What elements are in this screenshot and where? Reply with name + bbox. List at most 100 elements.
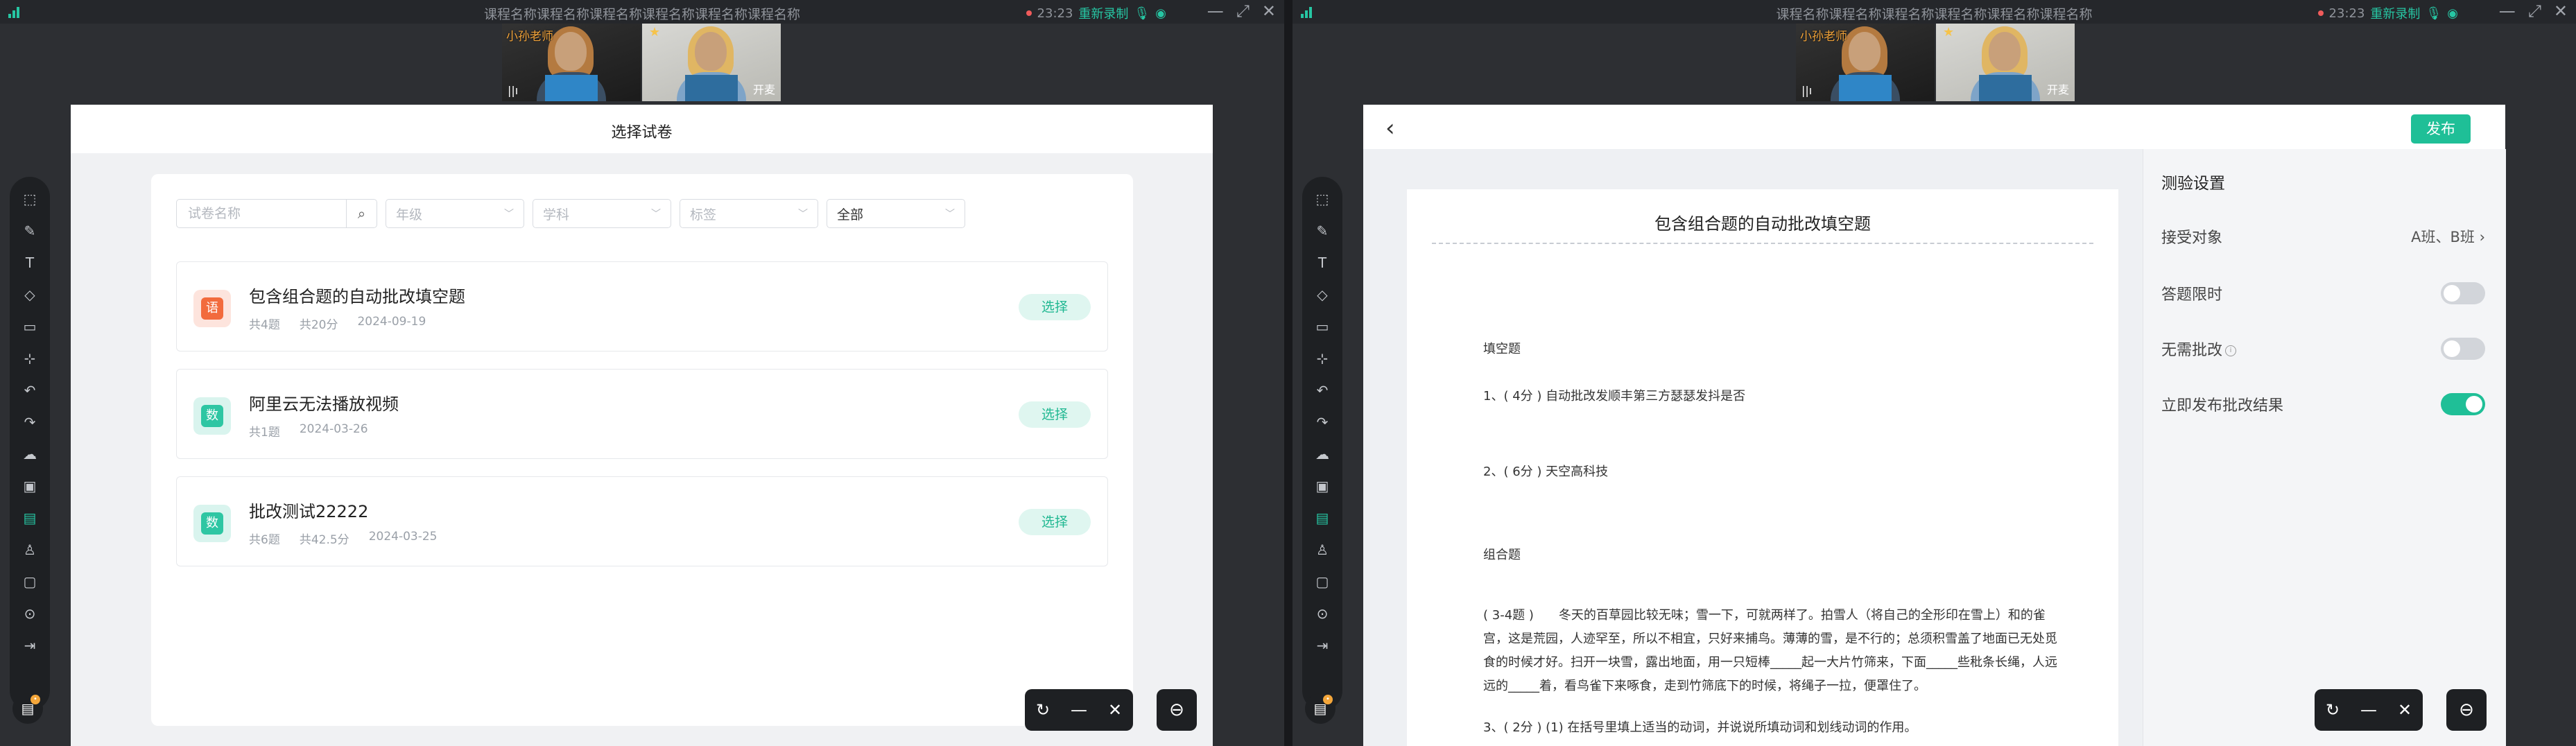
person-icon[interactable]: ♙ — [21, 541, 38, 558]
location-icon[interactable]: ◉ — [2447, 6, 2458, 21]
subject-select[interactable]: 学科 ﹀ — [533, 199, 671, 228]
exam-date: 2024-03-26 — [299, 422, 368, 436]
cloud-upload-icon[interactable]: ☁ — [1314, 446, 1331, 462]
subject-badge-label: 语 — [201, 297, 223, 320]
select-button[interactable]: 选择 — [1019, 509, 1091, 535]
minimize-icon[interactable]: — — [1061, 700, 1097, 720]
close-icon[interactable]: ✕ — [1097, 700, 1133, 720]
search-icon[interactable]: ⌕ — [347, 199, 377, 228]
page-title: 选择试卷 — [611, 124, 673, 141]
refresh-icon[interactable]: ↻ — [1025, 700, 1061, 720]
close-icon[interactable]: ✕ — [2387, 700, 2423, 720]
cloud-upload-icon[interactable]: ☁ — [21, 446, 38, 462]
search-input[interactable]: 试卷名称 — [176, 199, 347, 228]
eraser-icon[interactable]: ◇ — [21, 286, 38, 303]
collapse-icon[interactable]: ⊖ — [2446, 689, 2487, 731]
location-icon[interactable]: ◉ — [1155, 6, 1166, 21]
text-icon[interactable]: T — [1314, 254, 1331, 271]
refresh-icon[interactable]: ↻ — [2315, 700, 2351, 720]
exam-title: 包含组合题的自动批改填空题 — [249, 287, 465, 306]
subject-badge: 数 — [193, 397, 231, 435]
back-arrow-icon[interactable]: ‹ — [1385, 114, 1395, 142]
laser-icon[interactable]: ⊹ — [21, 350, 38, 367]
eraser-icon[interactable]: ◇ — [1314, 286, 1331, 303]
record-time: 23:23 — [2328, 6, 2365, 21]
teacher-name: 小孙老师 — [1800, 30, 1847, 44]
record-dot-icon — [2317, 10, 2324, 16]
pen-icon[interactable]: ✎ — [21, 223, 38, 239]
minimize-icon[interactable]: — — [2351, 700, 2387, 720]
exam-date: 2024-03-25 — [368, 530, 438, 544]
list-item[interactable]: 语 包含组合题的自动批改填空题 共4题 共20分 2024-09-19 选择 — [176, 261, 1108, 352]
layers-button[interactable]: ▤ • — [1305, 693, 1335, 724]
publish-result-label: 立即发布批改结果 — [2161, 397, 2284, 415]
chevron-down-icon: ﹀ — [651, 209, 661, 220]
target-row[interactable]: 接受对象 A班、B班 › — [2161, 223, 2485, 250]
publish-button[interactable]: 发布 — [2411, 114, 2471, 144]
maximize-icon[interactable]: ⤢ — [1236, 1, 1250, 21]
student-video[interactable]: ★ 开麦 — [642, 24, 781, 101]
selector-header: 选择试卷 — [71, 105, 1213, 153]
select-button[interactable]: 选择 — [1019, 294, 1091, 320]
select-button[interactable]: 选择 — [1019, 401, 1091, 428]
minimize-icon[interactable]: — — [1207, 1, 1224, 21]
no-review-toggle[interactable] — [2441, 338, 2485, 360]
undo-icon[interactable]: ↶ — [21, 382, 38, 399]
redo-icon[interactable]: ↷ — [1314, 414, 1331, 431]
chat-icon[interactable]: ▢ — [1314, 573, 1331, 590]
audio-wave-icon: ||ı — [508, 84, 519, 97]
time-limit-label: 答题限时 — [2161, 286, 2223, 304]
select-icon[interactable]: ⬚ — [1314, 191, 1331, 207]
recording-status: 23:23 重新录制 🎙 ◉ — [2317, 4, 2458, 22]
rerecord-link[interactable]: 重新录制 — [1078, 4, 1128, 22]
maximize-icon[interactable]: ⤢ — [2528, 1, 2541, 21]
teacher-video[interactable]: 小孙老师 ||ı — [502, 24, 641, 101]
settings-icon[interactable]: ⊙ — [21, 605, 38, 622]
undo-icon[interactable]: ↶ — [1314, 382, 1331, 399]
time-limit-row: 答题限时 — [2161, 279, 2485, 307]
tag-select[interactable]: 标签 ﹀ — [680, 199, 818, 228]
laser-icon[interactable]: ⊹ — [1314, 350, 1331, 367]
video-strip: 小孙老师 ||ı ★ 开麦 — [502, 24, 781, 101]
pen-icon[interactable]: ✎ — [1314, 223, 1331, 239]
toolbox-icon[interactable]: ▤ — [21, 510, 38, 526]
section-heading: 填空题 — [1483, 342, 1521, 356]
exit-icon[interactable]: ⇥ — [1314, 637, 1331, 654]
grade-select[interactable]: 年级 ﹀ — [386, 199, 524, 228]
question-3: 3、( 2分 ) (1) 在括号里填上适当的动词，并说说所填动词和划线动词的作用… — [1483, 720, 1917, 735]
rerecord-link[interactable]: 重新录制 — [2370, 4, 2420, 22]
minimize-icon[interactable]: — — [2499, 1, 2516, 21]
toolbox-icon[interactable]: ▤ — [1314, 510, 1331, 526]
time-limit-toggle[interactable] — [2441, 282, 2485, 304]
info-icon[interactable]: i — [2225, 345, 2237, 356]
microphone-icon[interactable]: 🎙 — [2426, 6, 2441, 21]
reading-passage: ( 3-4题 ) 冬天的百草园比较无味；雪一下，可就两样了。拍雪人（将自己的全形… — [1483, 608, 2057, 693]
section-heading: 组合题 — [1483, 548, 1521, 562]
close-icon[interactable]: ✕ — [2554, 1, 2568, 21]
text-icon[interactable]: T — [21, 254, 38, 271]
list-item[interactable]: 数 批改测试22222 共6题 共42.5分 2024-03-25 选择 — [176, 476, 1108, 566]
image-icon[interactable]: ▣ — [21, 478, 38, 494]
shape-icon[interactable]: ▭ — [21, 318, 38, 335]
shape-icon[interactable]: ▭ — [1314, 318, 1331, 335]
star-icon: ★ — [1943, 25, 1955, 40]
microphone-icon[interactable]: 🎙 — [1134, 6, 1150, 21]
image-icon[interactable]: ▣ — [1314, 478, 1331, 494]
select-icon[interactable]: ⬚ — [21, 191, 38, 207]
target-value[interactable]: A班、B班 › — [2411, 226, 2485, 247]
list-item[interactable]: 数 阿里云无法播放视频 共1题 2024-03-26 选择 — [176, 369, 1108, 459]
exit-icon[interactable]: ⇥ — [21, 637, 38, 654]
layers-button[interactable]: ▤ • — [12, 693, 43, 724]
star-icon: ★ — [649, 25, 661, 40]
exam-selector: 选择试卷 试卷名称 ⌕ 年级 ﹀ 学科 ﹀ 标签 ﹀ 全部 ﹀ 语 包含组合题的自动批改… — [71, 105, 1213, 746]
close-icon[interactable]: ✕ — [1262, 1, 1276, 21]
settings-icon[interactable]: ⊙ — [1314, 605, 1331, 622]
chat-icon[interactable]: ▢ — [21, 573, 38, 590]
collapse-icon[interactable]: ⊖ — [1157, 689, 1197, 731]
person-icon[interactable]: ♙ — [1314, 541, 1331, 558]
student-video[interactable]: ★ 开麦 — [1936, 24, 2075, 101]
publish-result-toggle[interactable] — [2441, 393, 2485, 415]
redo-icon[interactable]: ↷ — [21, 414, 38, 431]
scope-select[interactable]: 全部 ﹀ — [827, 199, 965, 228]
teacher-video[interactable]: 小孙老师 ||ı — [1796, 24, 1935, 101]
